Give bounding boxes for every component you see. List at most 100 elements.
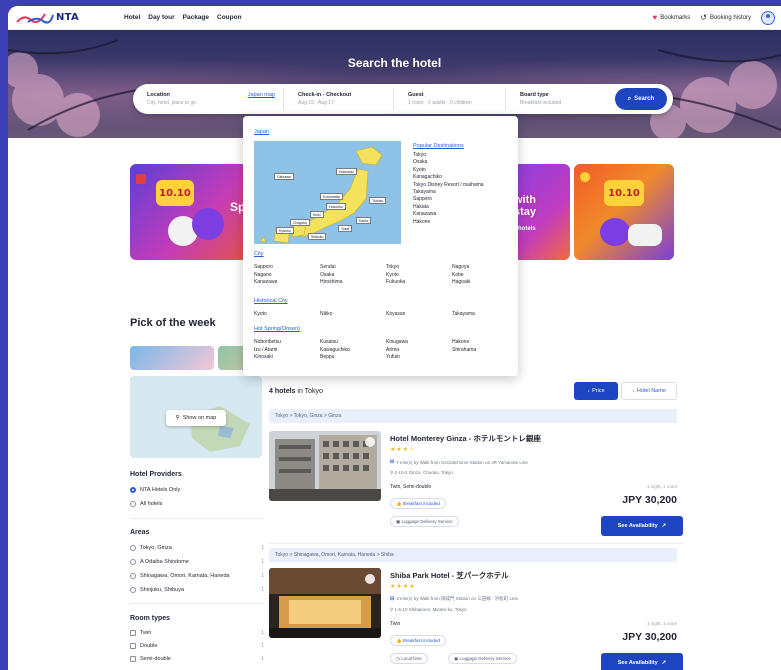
nav-link-hotel[interactable]: Hotel [124, 14, 140, 21]
city-item[interactable]: Hiroshima [320, 279, 386, 287]
popular-item[interactable]: Tokyo Disney Resort / maihama [413, 182, 484, 189]
map-label-shikoku[interactable]: Shikoku [308, 233, 327, 240]
location-input[interactable]: City, hotel, place to go [147, 100, 283, 106]
map-label-kanto[interactable]: Kanto [356, 217, 372, 224]
bookmark-heart-icon[interactable] [365, 574, 375, 584]
city-item[interactable]: Fukuoka [386, 279, 452, 287]
sort-by-price-button[interactable]: ↓ Price [574, 382, 618, 400]
hotel-access: ⊟ 7 min(s) by Walk from Ginzaitchome Sta… [390, 459, 528, 465]
hot-spring-list: Noboribetsu Kusatsu Kinugawa Hakone Izu … [254, 339, 518, 362]
hot-spring-item[interactable]: Yufuin [386, 354, 452, 362]
popular-item[interactable]: Tokyo [413, 152, 484, 159]
area-option[interactable]: Shinjuku, Shibuya 1 [130, 587, 264, 593]
hot-spring-item[interactable]: Kusatsu [320, 339, 386, 347]
japan-link[interactable]: Japan [254, 129, 269, 135]
popular-item[interactable]: Hakone [413, 219, 484, 226]
map-label-tohoku[interactable]: Tohoku [369, 197, 387, 204]
provider-option-nta[interactable]: NTA Hotels Only [130, 487, 264, 493]
hot-spring-item[interactable]: Kinugawa [386, 339, 452, 347]
map-label-hokuriku[interactable]: Hokuriku [326, 203, 346, 210]
map-label-koshinetsu[interactable]: Koshinetsu [320, 193, 344, 200]
popular-item[interactable]: Hakata [413, 204, 484, 211]
japan-map-link[interactable]: Japan map [248, 92, 275, 98]
historical-item[interactable]: Takayama [452, 311, 518, 319]
historical-item[interactable]: Koyasan [386, 311, 452, 319]
promo-banner-right[interactable]: 10.10 [574, 164, 674, 260]
hotel-photo[interactable] [269, 431, 381, 501]
hotel-photo[interactable] [269, 568, 381, 638]
provider-option-all[interactable]: All hotels [130, 501, 264, 507]
city-item[interactable]: Kanazawa [254, 279, 320, 287]
popular-item[interactable]: Osaka [413, 159, 484, 166]
bookmarks-link[interactable]: ♥ Bookmarks [653, 13, 691, 22]
japan-region-map[interactable]: Hokkaido Tohoku Hokuriku Kanto Tokai Kin… [254, 141, 401, 244]
popular-item[interactable]: Kyoto [413, 167, 484, 174]
user-avatar-icon[interactable] [761, 10, 775, 25]
city-item[interactable]: Nagano [254, 272, 320, 280]
popular-item[interactable]: Kanagachiko [413, 174, 484, 181]
hot-spring-item[interactable]: Izu / Atami [254, 347, 320, 355]
popular-item[interactable]: Takayama [413, 189, 484, 196]
room-type-option[interactable]: Twin 1 [130, 630, 264, 636]
hot-spring-item[interactable]: Kawaguchiko [320, 347, 386, 355]
map-label-kinki[interactable]: Kinki [310, 211, 324, 218]
arrow-up-right-icon: ↗ [661, 660, 667, 666]
hotel-name[interactable]: Shiba Park Hotel - 芝パークホテル [390, 570, 509, 581]
see-availability-button[interactable]: See Availability ↗ [601, 653, 683, 670]
nav-link-coupon[interactable]: Coupon [217, 14, 242, 21]
hot-spring-item[interactable]: Hakone [452, 339, 518, 347]
nav-link-day-tour[interactable]: Day tour [148, 14, 174, 21]
city-item[interactable]: Kyoto [386, 272, 452, 280]
result-divider [269, 543, 683, 544]
area-option[interactable]: A Odaiba Shiodome 1 [130, 559, 264, 565]
map-label-okinawa[interactable]: Okinawa [274, 173, 294, 180]
city-item[interactable]: Sendai [320, 264, 386, 272]
city-item[interactable]: Hagoaki [452, 279, 518, 287]
hot-spring-link[interactable]: Hot Spring(Onsen) [254, 326, 300, 332]
historical-city-link[interactable]: Historical City [254, 298, 288, 304]
city-item[interactable]: Osaka [320, 272, 386, 280]
map-label-kyushu[interactable]: Kyushu [276, 227, 294, 234]
room-type-option[interactable]: Semi-double 1 [130, 656, 264, 662]
nav-link-package[interactable]: Package [183, 14, 209, 21]
hot-spring-item[interactable]: Beppu [320, 354, 386, 362]
search-button[interactable]: ⌕ Search [615, 88, 667, 110]
pick-thumb[interactable] [130, 346, 214, 370]
see-availability-button[interactable]: See Availability ↗ [601, 516, 683, 536]
room-type-option[interactable]: Double 1 [130, 643, 264, 649]
popular-destinations-link[interactable]: Popular Destinations [413, 143, 464, 149]
city-item[interactable]: Sapporo [254, 264, 320, 272]
sort-by-name-button[interactable]: ↓ Hotel Name [621, 382, 677, 400]
promo-banner-left[interactable]: 10.10 Sp [130, 164, 260, 260]
area-option[interactable]: Shinagawa, Omori, Kamata, Haneda 1 [130, 573, 264, 579]
show-on-map-button[interactable]: ⚲ Show on map [166, 410, 226, 426]
luggage-chip: ▣ Luggage Delivery Service [390, 516, 459, 527]
city-item[interactable]: Kobe [452, 272, 518, 280]
nta-badge-right-icon [580, 172, 590, 182]
hot-spring-item[interactable]: Arima [386, 347, 452, 355]
dates-field[interactable]: Check-in - Checkout Aug 15 - Aug 17 [283, 88, 393, 110]
hot-spring-item[interactable]: Shirahama [452, 347, 518, 355]
city-link[interactable]: City [254, 251, 263, 257]
area-option[interactable]: Tokyo, Ginza 1 [130, 545, 264, 551]
popular-item[interactable]: Kanazawa [413, 211, 484, 218]
show-on-map-card[interactable]: ⚲ Show on map [130, 376, 262, 458]
map-label-chugoku[interactable]: Chugoku [290, 219, 311, 226]
popular-item[interactable]: Sapporo [413, 196, 484, 203]
hot-spring-item[interactable]: Kinosaki [254, 354, 320, 362]
map-label-tokai[interactable]: Tokai [338, 225, 353, 232]
guest-field[interactable]: Guest 1 room · 2 adults · 0 children [393, 88, 505, 110]
map-label-hokkaido[interactable]: Hokkaido [336, 168, 357, 175]
city-item[interactable]: Nagoya [452, 264, 518, 272]
radio-unchecked-icon [130, 545, 136, 551]
historical-item[interactable]: Kyoto [254, 311, 320, 319]
location-field[interactable]: Location City, hotel, place to go Japan … [133, 88, 283, 110]
board-type-field[interactable]: Board type Breakfast included [505, 88, 601, 110]
nta-logo[interactable]: NTA [16, 12, 106, 24]
bookmark-heart-icon[interactable] [365, 437, 375, 447]
historical-item[interactable]: Nikko [320, 311, 386, 319]
booking-history-link[interactable]: ↺ Booking history [700, 13, 751, 22]
hot-spring-item[interactable]: Noboribetsu [254, 339, 320, 347]
city-item[interactable]: Tokyo [386, 264, 452, 272]
hotel-name[interactable]: Hotel Monterey Ginza - ホテルモントレ銀座 [390, 433, 541, 444]
